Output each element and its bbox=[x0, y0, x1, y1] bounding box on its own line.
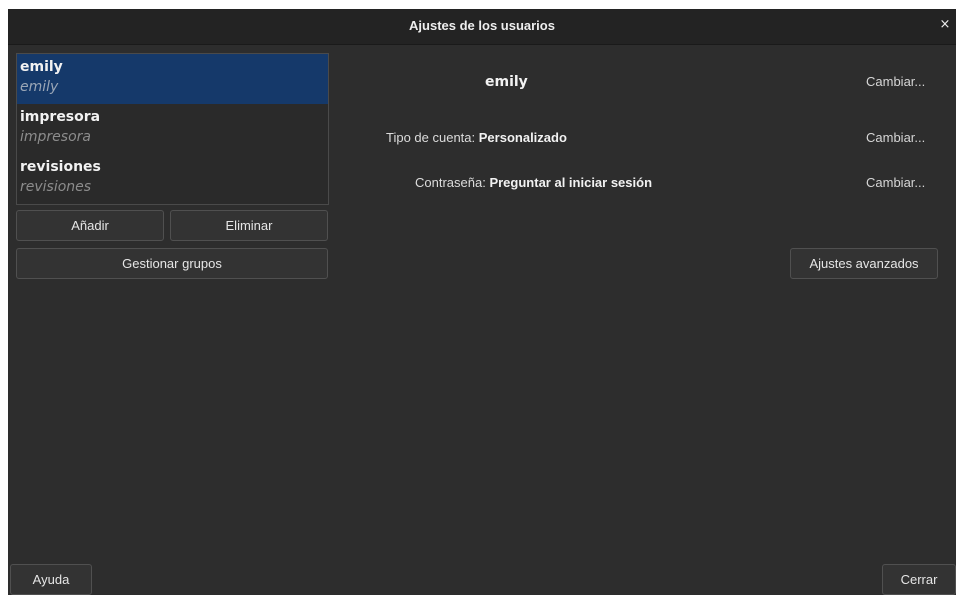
change-username-link[interactable]: Cambiar... bbox=[866, 74, 925, 89]
password-row: Contraseña: Preguntar al iniciar sesión bbox=[415, 175, 652, 190]
close-button[interactable]: Cerrar bbox=[882, 564, 956, 595]
remove-user-button[interactable]: Eliminar bbox=[170, 210, 328, 241]
user-full-name: revisiones bbox=[20, 159, 101, 175]
window-title: Ajustes de los usuarios bbox=[409, 18, 555, 33]
user-list: emily emily impresora impresora revision… bbox=[16, 53, 329, 205]
advanced-settings-button[interactable]: Ajustes avanzados bbox=[790, 248, 938, 279]
manage-groups-button[interactable]: Gestionar grupos bbox=[16, 248, 328, 279]
selected-username: emily bbox=[485, 74, 528, 90]
user-full-name: emily bbox=[20, 59, 63, 75]
account-type-value: Personalizado bbox=[478, 130, 567, 145]
password-value: Preguntar al iniciar sesión bbox=[489, 175, 653, 190]
user-login-name: emily bbox=[20, 79, 59, 95]
user-settings-window: Ajustes de los usuarios × emily emily im… bbox=[8, 9, 956, 595]
user-list-item-emily[interactable]: emily emily bbox=[17, 54, 328, 104]
password-label: Contraseña: bbox=[415, 175, 486, 190]
add-user-button[interactable]: Añadir bbox=[16, 210, 164, 241]
help-button[interactable]: Ayuda bbox=[10, 564, 92, 595]
user-list-item-impresora[interactable]: impresora impresora bbox=[17, 104, 328, 154]
user-login-name: impresora bbox=[20, 129, 91, 145]
user-full-name: impresora bbox=[20, 109, 101, 125]
account-type-row: Tipo de cuenta: Personalizado bbox=[386, 130, 567, 145]
close-icon[interactable]: × bbox=[938, 18, 952, 32]
user-list-item-revisiones[interactable]: revisiones revisiones bbox=[17, 154, 328, 204]
title-bar: Ajustes de los usuarios × bbox=[8, 9, 956, 45]
user-login-name: revisiones bbox=[20, 179, 92, 195]
change-account-type-link[interactable]: Cambiar... bbox=[866, 130, 925, 145]
account-type-label: Tipo de cuenta: bbox=[386, 130, 476, 145]
change-password-link[interactable]: Cambiar... bbox=[866, 175, 925, 190]
